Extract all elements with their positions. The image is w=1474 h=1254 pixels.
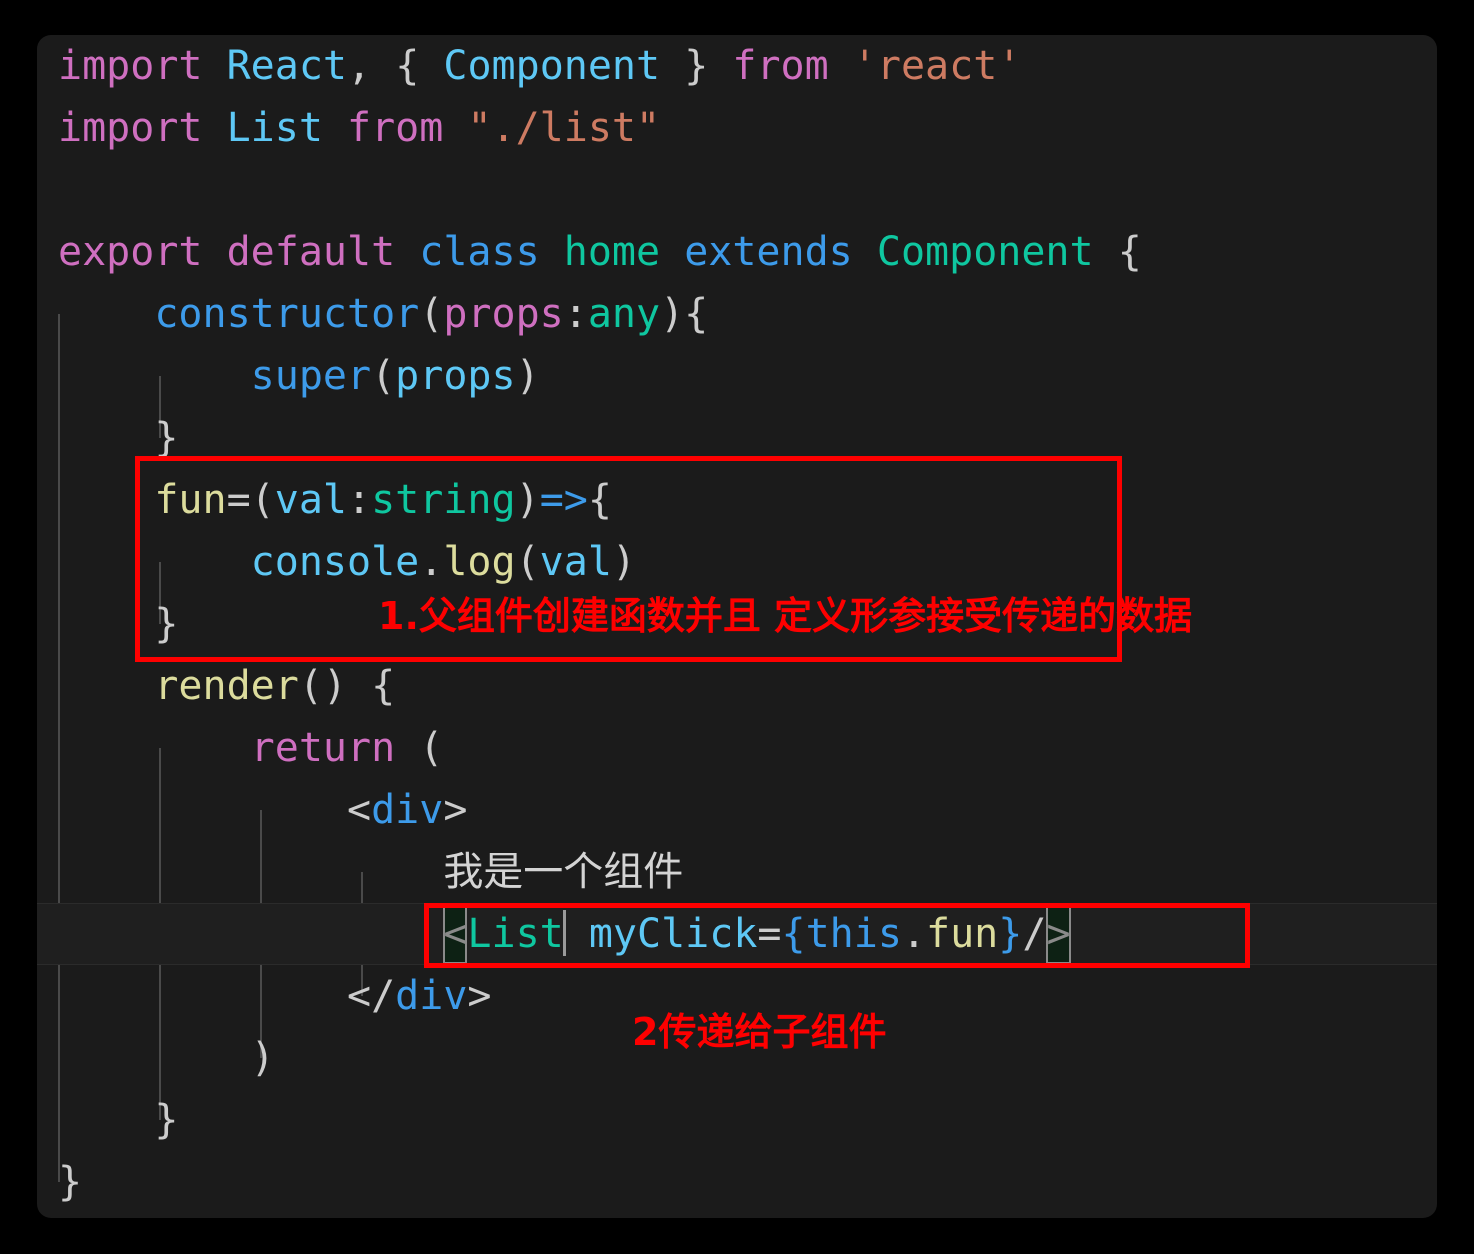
token-any-type: any bbox=[587, 291, 661, 337]
token-props-param: props bbox=[443, 291, 564, 337]
screenshot-root: import React, { Component } from 'react'… bbox=[0, 0, 1474, 1254]
token-react: React bbox=[226, 43, 348, 89]
code-line-8[interactable]: fun=(val:string)=>{ bbox=[37, 469, 1437, 531]
token-list-path: "./list" bbox=[467, 105, 661, 151]
token-arrow: => bbox=[539, 477, 588, 523]
code-line-19[interactable]: } bbox=[37, 1151, 1437, 1213]
token-render: render bbox=[154, 663, 299, 709]
token-div-close-bracket: </ bbox=[346, 973, 396, 1019]
token-from: from bbox=[732, 43, 829, 89]
token-div-open-bracket: < bbox=[346, 787, 372, 833]
token-fun-name: fun bbox=[154, 477, 227, 523]
token-export-default: export default bbox=[58, 229, 396, 275]
token-val-arg: val bbox=[539, 539, 612, 585]
token-list-import: List bbox=[226, 105, 323, 151]
token-class: class bbox=[419, 229, 540, 275]
token-component-super: Component bbox=[876, 229, 1094, 275]
code-line-7[interactable]: } bbox=[37, 407, 1437, 469]
token-div-tag: div bbox=[371, 787, 444, 833]
code-line-12[interactable]: return ( bbox=[37, 717, 1437, 779]
token-val-param: val bbox=[274, 477, 347, 523]
code-line-4[interactable]: export default class home extends Compon… bbox=[37, 221, 1437, 283]
token-props-arg: props bbox=[395, 353, 516, 399]
token-component-import: Component bbox=[443, 43, 661, 89]
token-constructor: constructor bbox=[154, 291, 420, 337]
token-import: import bbox=[58, 105, 203, 151]
jsx-text-content: 我是一个组件 bbox=[443, 849, 684, 895]
token-div-tag-close: div bbox=[395, 973, 468, 1019]
token-super: super bbox=[250, 353, 372, 399]
token-log: log bbox=[443, 539, 516, 585]
token-console: console bbox=[250, 539, 420, 585]
token-return: return bbox=[250, 725, 396, 771]
code-line-5[interactable]: constructor(props:any){ bbox=[37, 283, 1437, 345]
token-myclick-attr: myClick bbox=[588, 911, 758, 957]
token-list-open-bracket-match: < bbox=[443, 904, 468, 964]
code-line-15-current[interactable]: <List myClick={this.fun}/> bbox=[37, 903, 1437, 965]
code-line-2[interactable]: import List from "./list" bbox=[37, 97, 1437, 159]
token-extends: extends bbox=[684, 229, 853, 275]
token-react-module: 'react' bbox=[852, 43, 1022, 89]
token-list-tag: List bbox=[467, 911, 564, 957]
token-from: from bbox=[347, 105, 444, 151]
token-fun-ref: fun bbox=[926, 911, 999, 957]
code-line-9[interactable]: console.log(val) bbox=[37, 531, 1437, 593]
token-home-class: home bbox=[563, 229, 661, 275]
annotation-label-2: 2传递给子组件 bbox=[632, 1010, 887, 1054]
code-line-1[interactable]: import React, { Component } from 'react' bbox=[37, 35, 1437, 97]
annotation-label-1: 1.父组件创建函数并且 定义形参接受传递的数据 bbox=[378, 594, 1193, 638]
token-import: import bbox=[58, 43, 203, 89]
token-string-type: string bbox=[371, 477, 516, 523]
code-line-13[interactable]: <div> bbox=[37, 779, 1437, 841]
code-line-11[interactable]: render() { bbox=[37, 655, 1437, 717]
code-line-18[interactable]: } bbox=[37, 1089, 1437, 1151]
code-line-3-empty[interactable] bbox=[37, 159, 1437, 221]
code-line-6[interactable]: super(props) bbox=[37, 345, 1437, 407]
token-this: this bbox=[805, 911, 902, 957]
code-line-14[interactable]: 我是一个组件 bbox=[37, 841, 1437, 903]
token-list-close-bracket-match: > bbox=[1046, 904, 1071, 964]
